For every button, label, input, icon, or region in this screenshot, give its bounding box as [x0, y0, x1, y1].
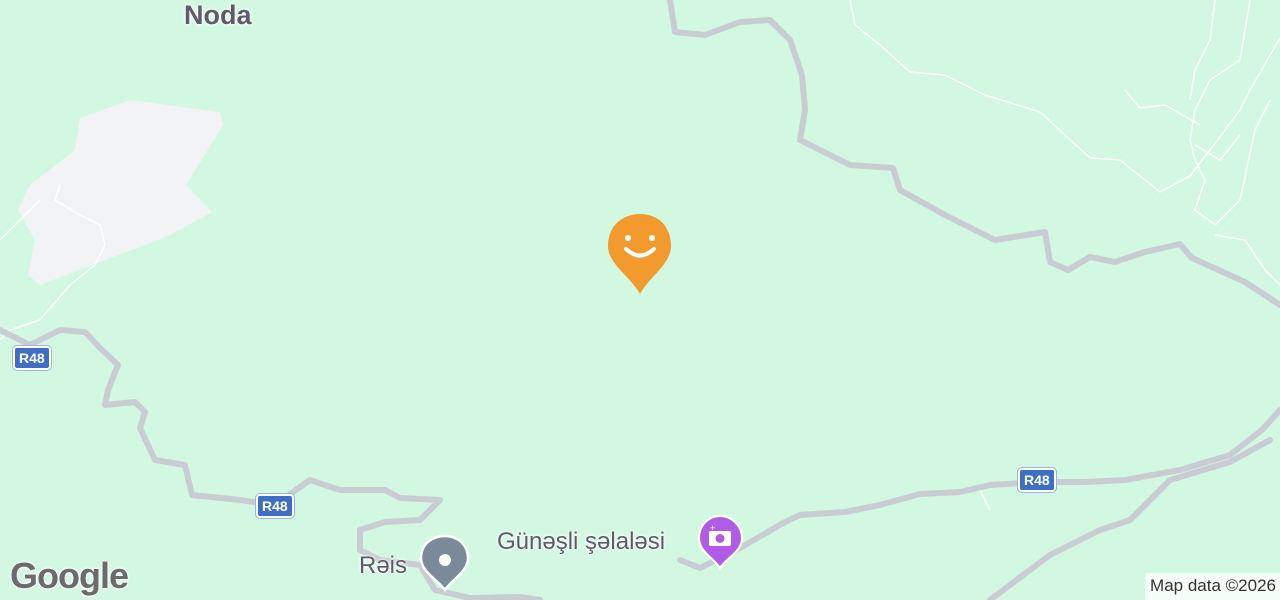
roads — [0, 0, 1280, 600]
route-shield-r48: R48 — [13, 346, 51, 370]
pin-dot — [439, 554, 451, 566]
map-canvas[interactable]: + — [0, 0, 1280, 600]
camera-plus: + — [710, 523, 715, 533]
village-label-reis[interactable]: Rəis — [359, 552, 407, 580]
urban-area — [18, 100, 223, 285]
camera-lens — [715, 534, 725, 543]
route-shield-r48: R48 — [1018, 468, 1056, 492]
waterfall-label[interactable]: Günəşli şəlaləsi — [497, 528, 665, 556]
user-location-pin[interactable] — [608, 214, 671, 294]
smiley-eye-left — [625, 235, 631, 241]
town-label-noda[interactable]: Noda — [184, 0, 252, 31]
waterfall-poi-marker[interactable]: + — [697, 514, 744, 570]
route-shield-r48: R48 — [256, 494, 294, 518]
google-logo[interactable]: Google — [10, 555, 129, 597]
map-attribution[interactable]: Map data ©2026 — [1145, 573, 1280, 600]
smiley-eye-right — [649, 235, 655, 241]
